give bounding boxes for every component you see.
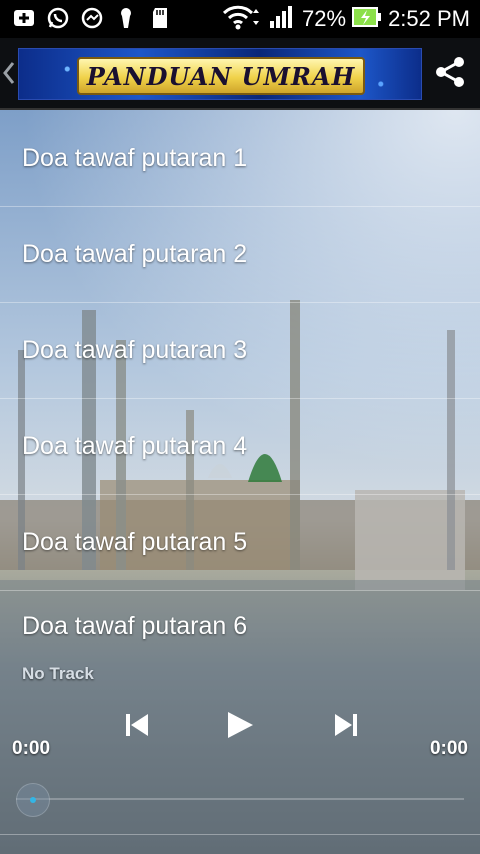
list-item-label: Doa tawaf putaran 1 — [22, 143, 248, 172]
clock: 2:52 PM — [388, 6, 470, 31]
battery-percent: 72% — [302, 6, 347, 31]
wifi-icon — [222, 3, 262, 36]
play-icon[interactable] — [224, 710, 256, 740]
divider — [0, 834, 480, 835]
share-icon[interactable] — [432, 54, 468, 90]
next-icon[interactable] — [332, 710, 360, 740]
chat-icon — [80, 4, 104, 32]
seek-thumb-dot — [30, 797, 36, 803]
elapsed-time: 0:00 — [12, 738, 51, 759]
keyhole-icon — [114, 4, 138, 32]
list-item-label: Doa tawaf putaran 5 — [22, 528, 248, 556]
action-bar: PANDUAN UMRAH — [0, 38, 480, 110]
status-right: 72% 2:52 PM — [222, 0, 470, 38]
seek-bar[interactable] — [16, 798, 464, 800]
app-title: PANDUAN UMRAH — [86, 61, 356, 91]
battery-charging-icon — [352, 6, 382, 33]
sd-card-icon — [148, 4, 172, 32]
list-item[interactable]: Doa tawaf putaran 4 — [0, 399, 480, 495]
main-content: Doa tawaf putaran 1 Doa tawaf putaran 2 … — [0, 110, 480, 854]
list-item[interactable]: Doa tawaf putaran 2 — [0, 207, 480, 303]
list-item-label: Doa tawaf putaran 6 — [22, 611, 248, 640]
banner-plaque: PANDUAN UMRAH — [77, 57, 365, 95]
list-item-label: Doa tawaf putaran 2 — [22, 240, 248, 268]
list-item[interactable]: Doa tawaf putaran 3 — [0, 303, 480, 399]
add-notification-icon — [12, 4, 36, 32]
app-banner: PANDUAN UMRAH — [18, 48, 422, 100]
list-item[interactable]: Doa tawaf putaran 5 — [0, 495, 480, 591]
status-bar: 72% 2:52 PM — [0, 0, 480, 38]
list-item[interactable]: Doa tawaf putaran 1 — [0, 110, 480, 207]
whatsapp-icon — [46, 4, 70, 32]
list-item-label: Doa tawaf putaran 3 — [22, 336, 248, 364]
total-time: 0:00 — [429, 738, 468, 759]
track-title: No Track — [22, 664, 94, 683]
list-item-label: Doa tawaf putaran 4 — [22, 432, 248, 460]
signal-icon — [268, 4, 296, 35]
previous-icon[interactable] — [123, 710, 151, 740]
notification-icons — [12, 4, 172, 32]
doa-list: Doa tawaf putaran 1 Doa tawaf putaran 2 … — [0, 110, 480, 661]
list-item[interactable]: Doa tawaf putaran 6 — [0, 591, 480, 661]
chevron-left-icon[interactable] — [2, 60, 16, 86]
seek-thumb[interactable] — [16, 783, 50, 817]
